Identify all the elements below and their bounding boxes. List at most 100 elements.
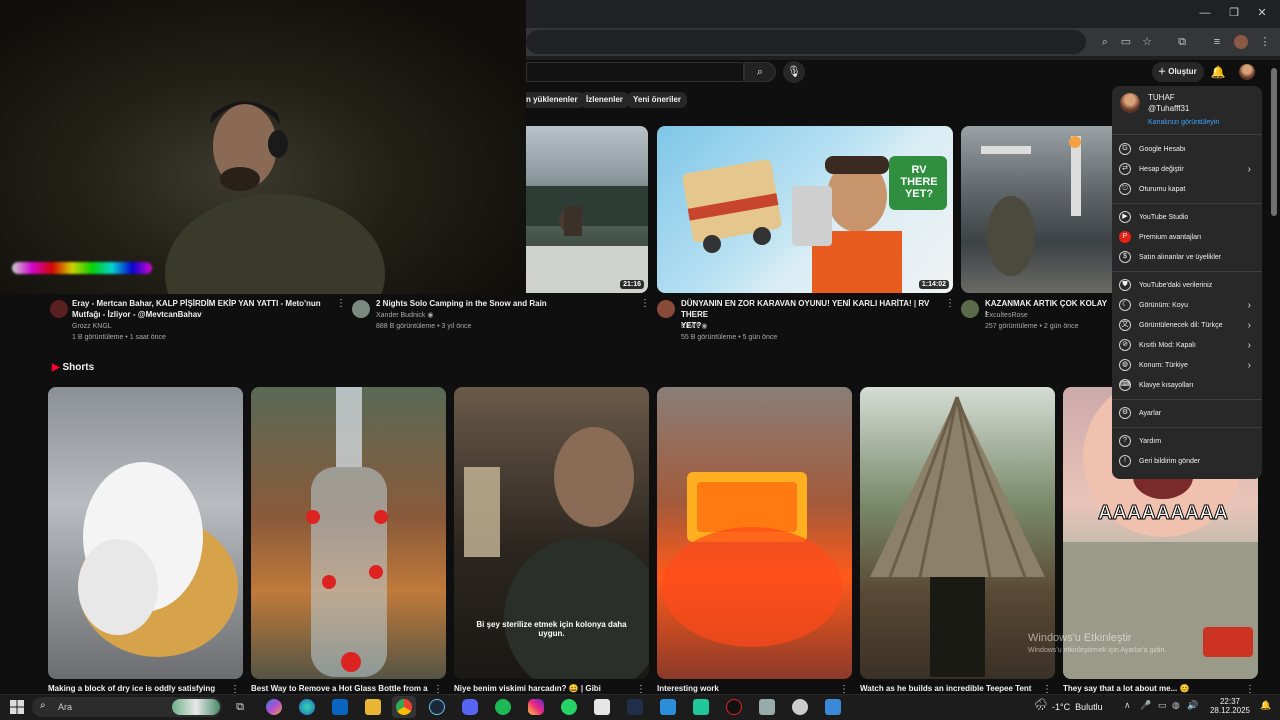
menu-item-studio[interactable]: ▶ YouTube Studio	[1119, 209, 1257, 227]
menu-item-help[interactable]: ? Yardım	[1119, 433, 1257, 451]
copilot-icon[interactable]	[266, 699, 282, 715]
chip-recent[interactable]: n yüklenenler	[522, 92, 584, 108]
channel-name[interactable]: ERAY ◉	[681, 321, 707, 332]
short-title[interactable]: Interesting work	[657, 684, 837, 693]
chevron-right-icon: ›	[1247, 360, 1251, 371]
channel-name[interactable]: Grozz KNGL	[72, 321, 112, 332]
channel-avatar[interactable]	[352, 300, 370, 318]
channel-avatar[interactable]	[961, 300, 979, 318]
printer-app-icon[interactable]	[759, 699, 775, 715]
cast-icon[interactable]: ▭	[1119, 35, 1133, 49]
menu-divider	[1112, 399, 1262, 400]
photos-app-icon[interactable]	[825, 699, 841, 715]
menu-item-sign-out[interactable]: ⎋ Oturumu kapat	[1119, 181, 1257, 199]
steam-icon[interactable]	[429, 699, 445, 715]
short-thumbnail[interactable]	[657, 387, 852, 679]
voice-search-button[interactable]: 🎙	[783, 61, 805, 83]
menu-item-label: Görünüm: Koyu	[1139, 302, 1189, 309]
globe-tray-icon[interactable]: ◍	[1172, 700, 1180, 711]
edge-icon[interactable]	[299, 699, 315, 715]
create-button[interactable]: ＋ Oluştur	[1152, 62, 1204, 82]
video-title[interactable]: 2 Nights Solo Camping in the Snow and Ra…	[376, 298, 636, 309]
arc-app-icon[interactable]	[627, 699, 643, 715]
channel-name[interactable]: Xander Budnick ◉	[376, 310, 433, 321]
chevron-up-icon[interactable]: ∧	[1124, 700, 1131, 711]
outlook-icon[interactable]	[332, 699, 348, 715]
vscode-icon[interactable]	[660, 699, 676, 715]
weather-text[interactable]: -1°C Bulutlu	[1052, 702, 1103, 712]
spotify-icon[interactable]	[495, 699, 511, 715]
menu-item-keyboard[interactable]: ⌨ Klavye kısayolları	[1119, 377, 1257, 395]
short-thumbnail[interactable]: Bi şey sterilize etmek için kolonya daha…	[454, 387, 649, 679]
video-menu-icon[interactable]: ⋮	[640, 298, 650, 310]
vpn-app-icon[interactable]	[792, 699, 808, 715]
short-title[interactable]: Watch as he builds an incredible Teepee …	[860, 684, 1040, 693]
menu-item-globe[interactable]: ◍ Konum: Türkiye ›	[1119, 357, 1257, 375]
menu-item-label: YouTube Studio	[1139, 214, 1189, 221]
video-thumbnail[interactable]: 21:16	[526, 126, 648, 293]
rgb-keyboard-glow	[12, 262, 152, 274]
video-menu-icon[interactable]: ⋮	[945, 298, 955, 310]
menu-item-purchases[interactable]: $ Satın alınanlar ve üyelikler	[1119, 249, 1257, 267]
channel-avatar[interactable]	[657, 300, 675, 318]
chip-new-suggestions[interactable]: Yeni öneriler	[627, 92, 688, 108]
video-thumbnail[interactable]: RV THERE YET? 1:14:02	[657, 126, 953, 293]
short-title[interactable]: They say that a lot about me... 😊	[1063, 684, 1243, 693]
file-explorer-icon[interactable]	[365, 699, 381, 715]
bell-icon[interactable]: 🔔	[1210, 64, 1226, 80]
profile-icon[interactable]	[1234, 35, 1248, 49]
menu-item-restricted[interactable]: ⊘ Kısıtlı Mod: Kapalı ›	[1119, 337, 1257, 355]
avatar[interactable]	[1239, 64, 1255, 80]
reading-list-icon[interactable]: ≡	[1210, 35, 1224, 49]
video-title[interactable]: Eray - Mertcan Bahar, KALP PİŞİRDİM EKİP…	[72, 298, 334, 320]
whatsapp-icon[interactable]	[561, 699, 577, 715]
menu-item-feedback[interactable]: ! Geri bildirim gönder	[1119, 453, 1257, 471]
page-scrollbar[interactable]	[1271, 68, 1277, 216]
zoom-icon[interactable]: ⌕	[1098, 35, 1112, 49]
search-button[interactable]: ⌕	[744, 62, 776, 82]
menu-item-gear[interactable]: ⚙ Ayarlar	[1119, 405, 1257, 423]
menu-item-moon[interactable]: ☾ Görünüm: Koyu ›	[1119, 297, 1257, 315]
short-thumbnail[interactable]	[860, 387, 1055, 679]
minimize-icon[interactable]: —	[1198, 6, 1212, 20]
short-title[interactable]: Making a block of dry ice is oddly satis…	[48, 684, 228, 693]
menu-item-shield[interactable]: ⛊ YouTube'daki verileriniz	[1119, 277, 1257, 295]
close-icon[interactable]: ✕	[1255, 6, 1269, 20]
taskbar-search-input[interactable]: ⌕ Ara	[32, 697, 222, 717]
short-title[interactable]: Best Way to Remove a Hot Glass Bottle fr…	[251, 684, 431, 693]
extensions-icon[interactable]: ⧉	[1175, 35, 1189, 49]
chip-watched[interactable]: İzlenenler	[580, 92, 629, 108]
network-icon[interactable]: ▭	[1158, 700, 1167, 711]
search-input[interactable]	[526, 62, 744, 82]
menu-item-switch-account[interactable]: ⇄ Hesap değiştir ›	[1119, 161, 1257, 179]
short-title[interactable]: Niye benim viskimi harcadın? 😄 | Gibi	[454, 684, 634, 693]
google-icon: G	[1119, 143, 1131, 156]
discord-icon[interactable]	[462, 699, 478, 715]
instagram-icon[interactable]	[528, 699, 544, 715]
obs-icon[interactable]	[726, 699, 742, 715]
restore-icon[interactable]: ❐	[1227, 6, 1241, 20]
menu-item-premium[interactable]: P Premium avantajları	[1119, 229, 1257, 247]
document-app-icon[interactable]	[594, 699, 610, 715]
menu-item-translate[interactable]: 文 Görüntülenecek dil: Türkçe ›	[1119, 317, 1257, 335]
video-thumbnail[interactable]	[961, 126, 1112, 293]
view-channel-link[interactable]: Kanalınızı görüntüleyin	[1148, 119, 1219, 126]
task-view-icon[interactable]: ⧉	[232, 699, 248, 715]
channel-name[interactable]: ExcultesRose	[985, 310, 1028, 321]
more-menu-icon[interactable]: ⋮	[1258, 35, 1272, 49]
chrome-icon[interactable]	[396, 699, 412, 715]
channel-avatar[interactable]	[50, 300, 68, 318]
microphone-tray-icon[interactable]: 🎤	[1140, 700, 1151, 711]
volume-icon[interactable]: 🔊	[1187, 700, 1198, 711]
short-thumbnail[interactable]	[251, 387, 446, 679]
windows-start-icon[interactable]	[10, 700, 24, 714]
short-thumbnail[interactable]	[48, 387, 243, 679]
address-bar[interactable]	[526, 30, 1086, 54]
menu-item-google[interactable]: G Google Hesabı	[1119, 141, 1257, 159]
notification-bell-icon[interactable]: 🔔	[1260, 700, 1271, 711]
bookmark-star-icon[interactable]: ☆	[1140, 35, 1154, 49]
video-title[interactable]: DÜNYANIN EN ZOR KARAVAN OYUNU! YENİ KARL…	[681, 298, 943, 331]
video-menu-icon[interactable]: ⋮	[336, 298, 346, 310]
clock[interactable]: 22:37 28.12.2025	[1208, 697, 1252, 715]
pycharm-icon[interactable]	[693, 699, 709, 715]
